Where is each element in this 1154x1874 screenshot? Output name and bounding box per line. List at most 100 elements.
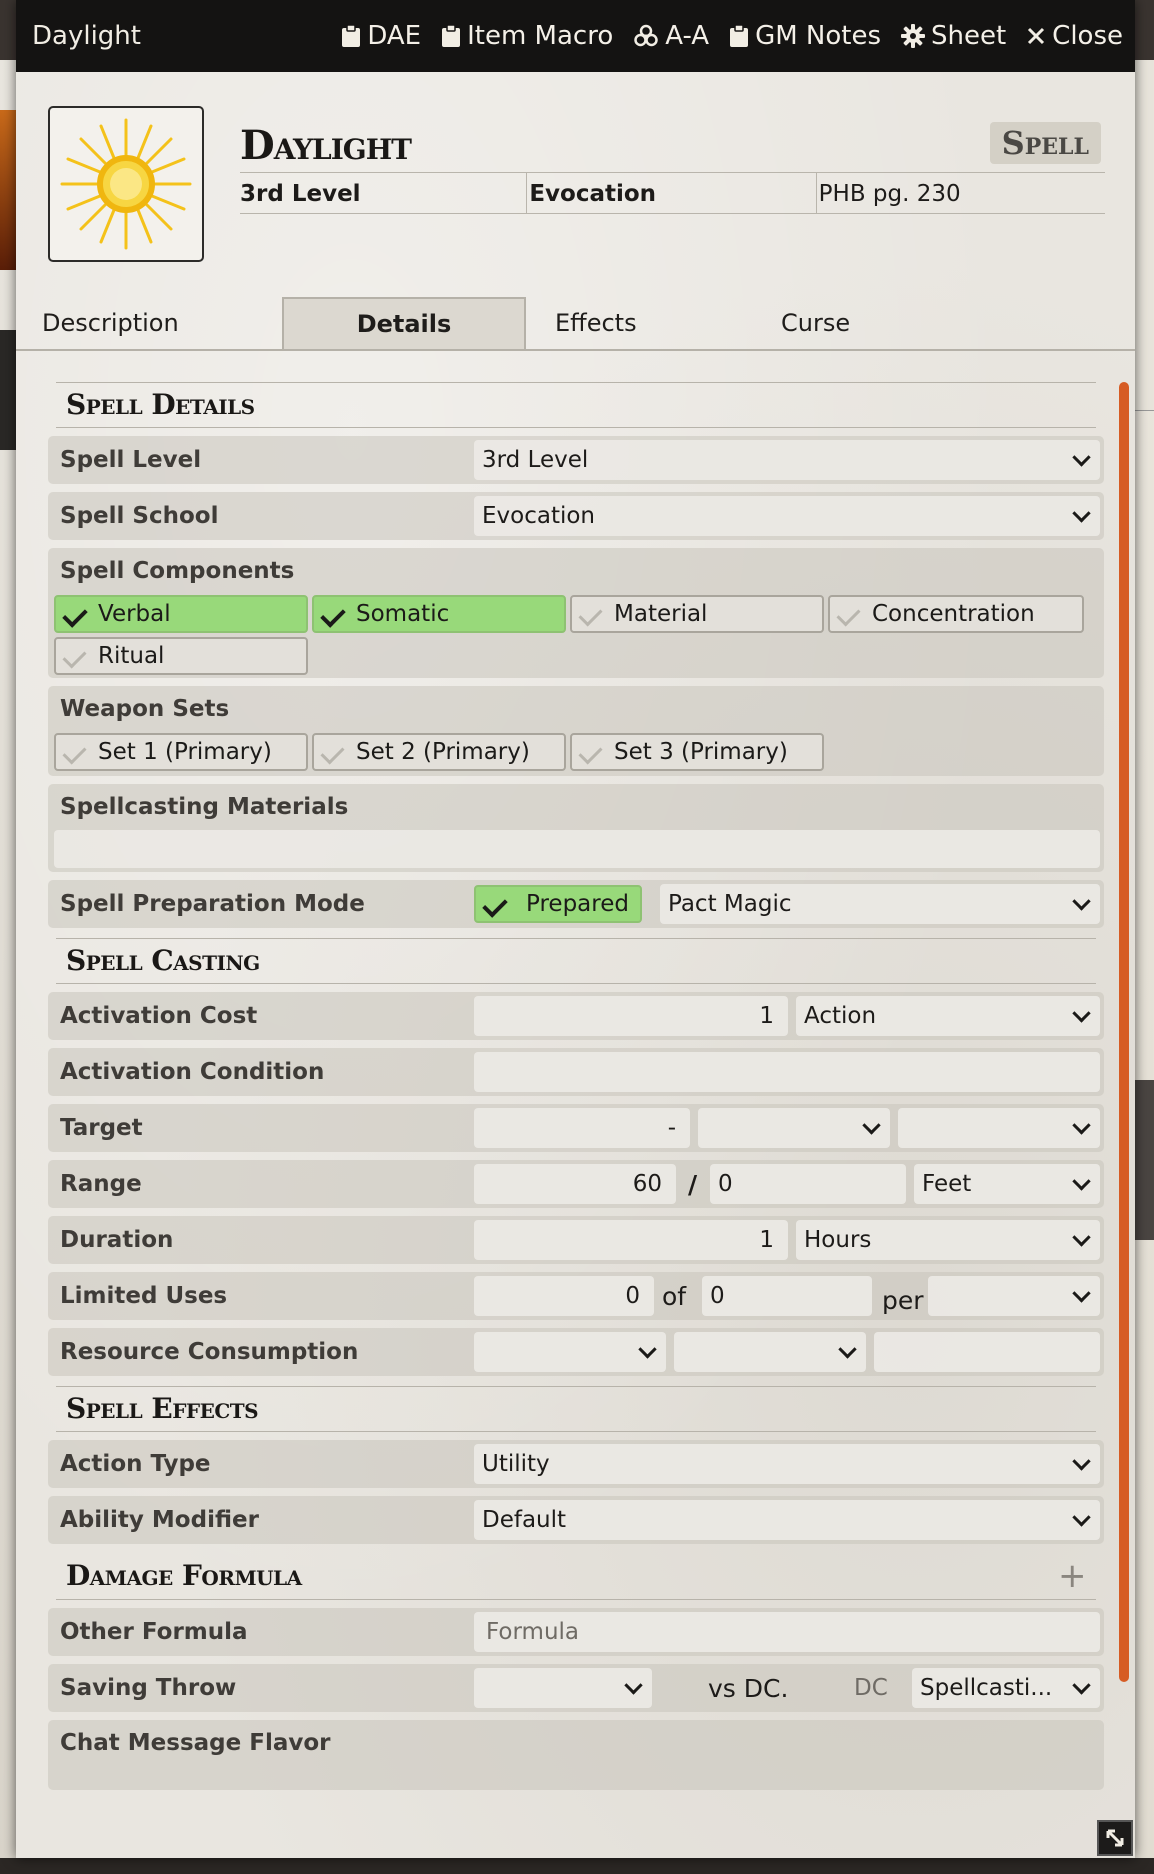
close-button[interactable]: Close — [1026, 21, 1123, 51]
duration-value-input[interactable]: 1 — [474, 1220, 788, 1260]
target-units-select[interactable] — [698, 1108, 890, 1148]
saving-throw-ability-select[interactable] — [474, 1668, 652, 1708]
other-formula-row: Other Formula Formula — [48, 1608, 1104, 1656]
spellcasting-materials-input[interactable] — [54, 830, 1100, 868]
section-damage-formula: Damage Formula + — [56, 1554, 1096, 1600]
saving-throw-label: Saving Throw — [60, 1675, 237, 1701]
resource-target-select[interactable] — [674, 1332, 866, 1372]
component-somatic-checkbox[interactable]: Somatic — [312, 595, 566, 633]
activation-condition-label: Activation Condition — [60, 1059, 325, 1085]
uses-period-select[interactable] — [928, 1276, 1100, 1316]
tab-details[interactable]: Details — [282, 297, 526, 349]
tab-description[interactable]: Description — [42, 297, 282, 349]
gm-notes-button[interactable]: GM Notes — [729, 21, 881, 51]
activation-type-select[interactable]: Action — [796, 996, 1100, 1036]
gear-icon — [901, 24, 925, 48]
resource-type-select[interactable] — [474, 1332, 666, 1372]
range-long-input[interactable]: 0 — [710, 1164, 906, 1204]
summary-source[interactable]: PHB pg. 230 — [815, 173, 1105, 213]
dc-scaling-select[interactable]: Spellcasti... — [912, 1668, 1100, 1708]
target-type-select[interactable] — [898, 1108, 1100, 1148]
component-material-label: Material — [614, 601, 708, 627]
resource-consumption-label: Resource Consumption — [60, 1339, 359, 1365]
target-label: Target — [60, 1115, 143, 1141]
range-units-select[interactable]: Feet — [914, 1164, 1100, 1204]
uses-value-input[interactable]: 0 — [474, 1276, 654, 1316]
uses-max-input[interactable]: 0 — [702, 1276, 872, 1316]
component-concentration-checkbox[interactable]: Concentration — [828, 595, 1084, 633]
chat-flavor-label: Chat Message Flavor — [60, 1730, 331, 1756]
item-name[interactable]: Daylight — [240, 122, 412, 169]
other-formula-input[interactable]: Formula — [474, 1612, 1100, 1652]
section-spell-casting: Spell Casting — [56, 938, 1096, 984]
spell-school-row: Spell School Evocation — [48, 492, 1104, 540]
preparation-mode-select[interactable]: Pact Magic — [660, 884, 1100, 924]
component-ritual-checkbox[interactable]: Ritual — [54, 637, 308, 675]
target-value-input[interactable]: - — [474, 1108, 690, 1148]
prepared-checkbox[interactable]: Prepared — [474, 885, 642, 923]
biohazard-icon — [634, 24, 658, 47]
duration-units-select[interactable]: Hours — [796, 1220, 1100, 1260]
summary-school: Evocation — [526, 173, 815, 213]
action-type-select[interactable]: Utility — [474, 1444, 1100, 1484]
check-icon — [578, 602, 603, 627]
action-type-row: Action Type Utility — [48, 1440, 1104, 1488]
summary-level: 3rd Level — [240, 181, 361, 207]
spellcasting-materials-label: Spellcasting Materials — [60, 794, 349, 820]
check-icon — [320, 602, 346, 628]
item-image[interactable] — [48, 106, 204, 262]
clipboard-icon — [730, 24, 749, 47]
scrollbar[interactable] — [1119, 382, 1129, 1682]
dae-button[interactable]: DAE — [341, 21, 421, 51]
item-macro-button[interactable]: Item Macro — [441, 21, 613, 51]
item-type-badge: Spell — [989, 122, 1101, 164]
add-damage-icon[interactable]: + — [1058, 1554, 1087, 1598]
spell-level-select[interactable]: 3rd Level — [474, 440, 1100, 480]
sheet-config-button[interactable]: Sheet — [901, 21, 1006, 51]
weapon-set-1-label: Set 1 (Primary) — [98, 739, 272, 765]
ability-modifier-select[interactable]: Default — [474, 1500, 1100, 1540]
check-icon — [62, 740, 87, 765]
background-panel — [0, 330, 16, 450]
tab-curse[interactable]: Curse — [781, 297, 981, 349]
preparation-mode-row: Spell Preparation Mode Prepared Pact Mag… — [48, 880, 1104, 928]
check-icon — [62, 644, 87, 669]
duration-row: Duration 1 Hours — [48, 1216, 1104, 1264]
check-icon — [836, 602, 861, 627]
damage-formula-heading: Damage Formula — [66, 1559, 302, 1592]
activation-condition-row: Activation Condition — [48, 1048, 1104, 1096]
dc-value-text[interactable]: DC — [854, 1668, 888, 1708]
spell-components-row: Spell Components Verbal Somatic Material… — [48, 548, 1104, 678]
activation-cost-input[interactable]: 1 — [474, 996, 788, 1036]
check-icon — [578, 740, 603, 765]
component-material-checkbox[interactable]: Material — [570, 595, 824, 633]
weapon-set-3-label: Set 3 (Primary) — [614, 739, 788, 765]
component-ritual-label: Ritual — [98, 643, 165, 669]
other-formula-label: Other Formula — [60, 1619, 248, 1645]
spellcasting-materials-row: Spellcasting Materials — [48, 784, 1104, 872]
sheet-header: Daylight Spell 3rd Level Evocation PHB p… — [48, 106, 1105, 266]
check-icon — [482, 892, 508, 918]
dae-label: DAE — [367, 21, 422, 51]
range-value-input[interactable]: 60 — [474, 1164, 676, 1204]
resource-amount-input[interactable] — [874, 1332, 1100, 1372]
weapon-set-1-checkbox[interactable]: Set 1 (Primary) — [54, 733, 308, 771]
window-titlebar[interactable]: Daylight DAE Item Macro A-A GM Notes She… — [16, 0, 1135, 72]
sheet-label: Sheet — [931, 21, 1007, 51]
component-verbal-label: Verbal — [98, 601, 171, 627]
range-separator: / — [688, 1169, 698, 1199]
check-icon — [62, 602, 88, 628]
component-verbal-checkbox[interactable]: Verbal — [54, 595, 308, 633]
activation-condition-input[interactable] — [474, 1052, 1100, 1092]
spell-school-select[interactable]: Evocation — [474, 496, 1100, 536]
tab-effects[interactable]: Effects — [555, 297, 755, 349]
ability-modifier-label: Ability Modifier — [60, 1507, 259, 1533]
clipboard-icon — [442, 24, 461, 47]
weapon-set-2-checkbox[interactable]: Set 2 (Primary) — [312, 733, 566, 771]
automated-animations-button[interactable]: A-A — [633, 21, 709, 51]
background-artwork — [0, 110, 16, 270]
sheet-body: Daylight Spell 3rd Level Evocation PHB p… — [16, 72, 1135, 1858]
window-resize-handle[interactable] — [1097, 1820, 1133, 1856]
gm-notes-label: GM Notes — [755, 21, 881, 51]
weapon-set-3-checkbox[interactable]: Set 3 (Primary) — [570, 733, 824, 771]
